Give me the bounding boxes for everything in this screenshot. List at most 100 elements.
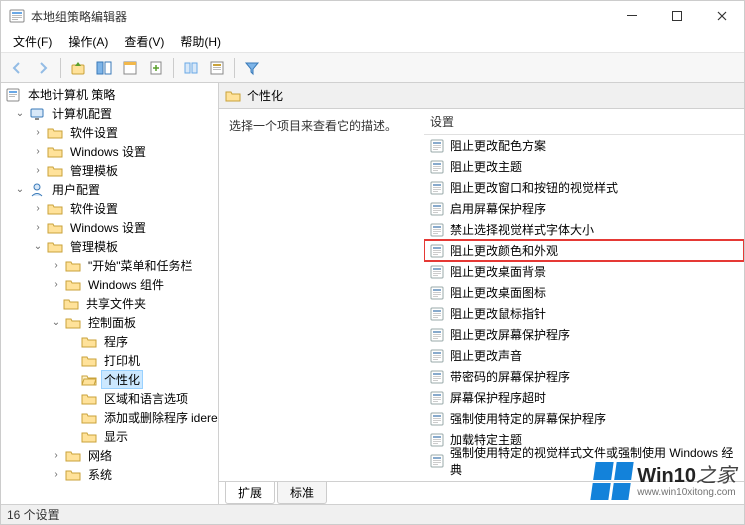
list-item[interactable]: 阻止更改桌面背景 [424, 261, 744, 282]
up-button[interactable] [66, 56, 90, 80]
list-item[interactable]: 屏幕保护程序超时 [424, 387, 744, 408]
tree-root[interactable]: 本地计算机 策略 [1, 85, 218, 104]
menu-view[interactable]: 查看(V) [116, 31, 172, 52]
tree-admin-templates[interactable]: ⌄ 管理模板 [1, 237, 218, 256]
setting-label: 阻止更改桌面背景 [450, 263, 546, 280]
chevron-right-icon[interactable]: › [49, 259, 63, 273]
forward-button[interactable] [31, 56, 55, 80]
tree-control-panel[interactable]: ⌄ 控制面板 [1, 313, 218, 332]
chevron-right-icon[interactable]: › [49, 468, 63, 482]
maximize-button[interactable] [654, 1, 699, 31]
tree-item[interactable]: › Windows 设置 [1, 218, 218, 237]
tree-label: 本地计算机 策略 [25, 85, 118, 104]
chevron-down-icon[interactable]: ⌄ [49, 316, 63, 330]
tree-label: 软件设置 [67, 123, 121, 142]
list-item[interactable]: 强制使用特定的屏幕保护程序 [424, 408, 744, 429]
help-button[interactable] [205, 56, 229, 80]
chevron-right-icon[interactable]: › [31, 164, 45, 178]
tree-item[interactable]: › "开始"菜单和任务栏 [1, 256, 218, 275]
path-label: 个性化 [247, 87, 283, 104]
list-item[interactable]: 阻止更改配色方案 [424, 135, 744, 156]
filter-button[interactable] [240, 56, 264, 80]
tree-item[interactable]: › 网络 [1, 446, 218, 465]
tree-item[interactable]: › 软件设置 [1, 123, 218, 142]
menu-action[interactable]: 操作(A) [60, 31, 116, 52]
chevron-down-icon[interactable]: ⌄ [31, 240, 45, 254]
settings-list[interactable]: 设置 阻止更改配色方案阻止更改主题阻止更改窗口和按钮的视觉样式启用屏幕保护程序禁… [424, 109, 744, 481]
setting-label: 阻止更改桌面图标 [450, 284, 546, 301]
chevron-right-icon[interactable]: › [31, 126, 45, 140]
menu-file[interactable]: 文件(F) [5, 31, 60, 52]
tree-item[interactable]: › Windows 组件 [1, 275, 218, 294]
status-bar: 16 个设置 [1, 504, 744, 524]
tree-label: 共享文件夹 [83, 294, 149, 313]
tree-label: 用户配置 [49, 180, 103, 199]
tree-item[interactable]: 显示 [1, 427, 218, 446]
list-item[interactable]: 阻止更改桌面图标 [424, 282, 744, 303]
tree-user-config[interactable]: ⌄ 用户配置 [1, 180, 218, 199]
folder-icon [47, 201, 63, 217]
tree-item[interactable]: › 软件设置 [1, 199, 218, 218]
folder-icon [65, 258, 81, 274]
chevron-down-icon[interactable]: ⌄ [13, 107, 27, 121]
title-bar: 本地组策略编辑器 [1, 1, 744, 31]
close-button[interactable] [699, 1, 744, 31]
refresh-button[interactable] [179, 56, 203, 80]
tree-item[interactable]: 打印机 [1, 351, 218, 370]
column-header-setting[interactable]: 设置 [424, 109, 744, 135]
list-item[interactable]: 阻止更改屏幕保护程序 [424, 324, 744, 345]
menu-help[interactable]: 帮助(H) [172, 31, 229, 52]
list-item[interactable]: 阻止更改主题 [424, 156, 744, 177]
list-item[interactable]: 强制使用特定的视觉样式文件或强制使用 Windows 经典 [424, 450, 744, 471]
view-tabs: 扩展 标准 [219, 482, 744, 504]
setting-icon [430, 328, 444, 342]
main-split: 本地计算机 策略 ⌄ 计算机配置 › 软件设置 › Windows 设置 › 管… [1, 83, 744, 504]
tree-item[interactable]: 添加或删除程序 idered [1, 408, 218, 427]
setting-label: 启用屏幕保护程序 [450, 200, 546, 217]
folder-icon [65, 448, 81, 464]
folder-icon [225, 88, 241, 104]
tree-computer-config[interactable]: ⌄ 计算机配置 [1, 104, 218, 123]
tree-item[interactable]: 共享文件夹 [1, 294, 218, 313]
show-hide-tree-button[interactable] [92, 56, 116, 80]
chevron-right-icon[interactable]: › [31, 202, 45, 216]
chevron-right-icon[interactable]: › [31, 221, 45, 235]
properties-button[interactable] [118, 56, 142, 80]
minimize-button[interactable] [609, 1, 654, 31]
tree-personalization[interactable]: 个性化 [1, 370, 218, 389]
list-item[interactable]: 带密码的屏幕保护程序 [424, 366, 744, 387]
chevron-right-icon[interactable]: › [49, 278, 63, 292]
tree-item[interactable]: › 系统 [1, 465, 218, 484]
tab-standard[interactable]: 标准 [277, 482, 327, 504]
setting-label: 带密码的屏幕保护程序 [450, 368, 570, 385]
content-area: 选择一个项目来查看它的描述。 设置 阻止更改配色方案阻止更改主题阻止更改窗口和按… [219, 109, 744, 482]
list-item[interactable]: 禁止选择视觉样式字体大小 [424, 219, 744, 240]
tab-extended[interactable]: 扩展 [225, 482, 275, 504]
folder-icon [81, 410, 97, 426]
tree-item[interactable]: › 管理模板 [1, 161, 218, 180]
back-button[interactable] [5, 56, 29, 80]
list-item[interactable]: 阻止更改颜色和外观 [424, 240, 744, 261]
tree-item[interactable]: 程序 [1, 332, 218, 351]
chevron-right-icon[interactable]: › [31, 145, 45, 159]
chevron-down-icon[interactable]: ⌄ [13, 183, 27, 197]
setting-label: 强制使用特定的屏幕保护程序 [450, 410, 606, 427]
path-header: 个性化 [219, 83, 744, 109]
list-item[interactable]: 启用屏幕保护程序 [424, 198, 744, 219]
setting-icon [430, 370, 444, 384]
list-item[interactable]: 阻止更改窗口和按钮的视觉样式 [424, 177, 744, 198]
navigation-tree[interactable]: 本地计算机 策略 ⌄ 计算机配置 › 软件设置 › Windows 设置 › 管… [1, 83, 219, 504]
folder-icon [47, 144, 63, 160]
export-button[interactable] [144, 56, 168, 80]
setting-icon [430, 454, 444, 468]
tree-label: 个性化 [101, 370, 143, 389]
list-item[interactable]: 阻止更改鼠标指针 [424, 303, 744, 324]
status-text: 16 个设置 [7, 506, 60, 523]
setting-icon [430, 391, 444, 405]
tree-label: 显示 [101, 427, 131, 446]
description-text: 选择一个项目来查看它的描述。 [229, 117, 414, 134]
chevron-right-icon[interactable]: › [49, 449, 63, 463]
tree-item[interactable]: › Windows 设置 [1, 142, 218, 161]
tree-item[interactable]: 区域和语言选项 [1, 389, 218, 408]
list-item[interactable]: 阻止更改声音 [424, 345, 744, 366]
